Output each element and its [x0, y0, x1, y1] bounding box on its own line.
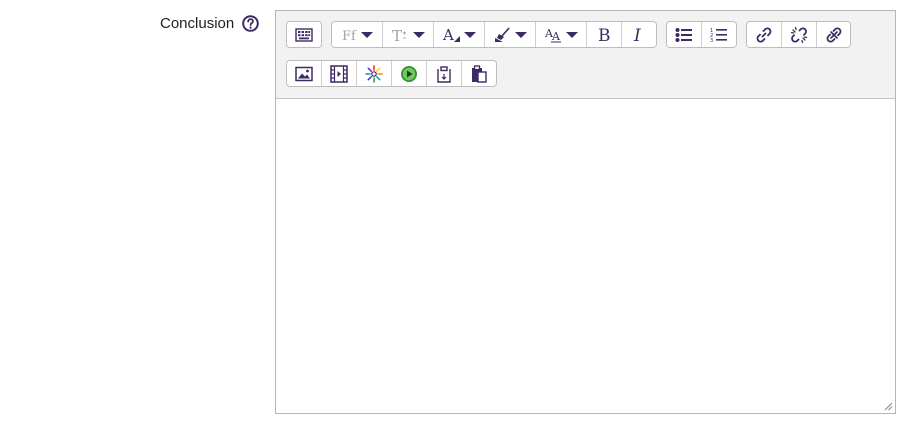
font-color-icon: A [443, 27, 460, 43]
toolbar-collapse-button[interactable] [287, 22, 321, 47]
italic-button[interactable]: I [622, 22, 656, 47]
record-video-button[interactable] [392, 61, 427, 86]
link-icon [756, 27, 772, 42]
toolbar-collapse-icon [295, 27, 313, 42]
collapse-group [286, 21, 322, 48]
paste-clipboard-button[interactable] [462, 61, 496, 86]
font-family-button[interactable]: Ff [332, 22, 383, 47]
unordered-list-icon [675, 27, 692, 42]
field-label-row: Conclusion [160, 15, 260, 32]
ordered-list-icon: 1 2 3 [710, 28, 727, 43]
field-label: Conclusion [160, 15, 235, 32]
remove-link-button[interactable] [817, 22, 850, 47]
image-button[interactable] [287, 61, 322, 86]
link-button[interactable] [747, 22, 782, 47]
paste-text-button[interactable] [427, 61, 462, 86]
italic-icon: I [633, 26, 641, 44]
svg-text:I: I [633, 26, 641, 44]
svg-text:3: 3 [710, 38, 713, 43]
chevron-down-icon [565, 31, 578, 38]
paste-clipboard-icon [472, 64, 487, 83]
editor-content-area[interactable] [276, 99, 895, 413]
list-group: 1 2 3 [666, 21, 737, 48]
rich-text-editor: Ff T A A A B I 1 2 3 [275, 10, 896, 414]
bold-button[interactable]: B [587, 22, 622, 47]
resize-handle-icon[interactable] [883, 401, 893, 411]
editor-toolbar: Ff T A A A B I 1 2 3 [276, 11, 895, 99]
bold-icon: B [598, 26, 611, 44]
svg-text:T: T [392, 27, 402, 43]
font-color-button[interactable]: A [434, 22, 485, 47]
svg-text:B: B [598, 26, 611, 44]
image-icon [295, 66, 313, 81]
svg-text:A: A [551, 30, 561, 43]
h5p-button[interactable] [357, 61, 392, 86]
link-group [746, 21, 851, 48]
unlink-button[interactable] [782, 22, 817, 47]
style-group: Ff T A A A B I [331, 21, 657, 48]
ordered-list-button[interactable]: 1 2 3 [702, 22, 736, 47]
text-style-icon: A A [545, 27, 561, 43]
background-color-button[interactable] [485, 22, 536, 47]
text-style-button[interactable]: A A [536, 22, 587, 47]
chevron-down-icon [514, 31, 527, 38]
unordered-list-button[interactable] [667, 22, 702, 47]
unlink-icon [790, 26, 808, 43]
remove-link-icon [826, 27, 841, 42]
chevron-down-icon [463, 31, 476, 38]
chevron-down-icon [360, 31, 373, 38]
svg-text:A: A [443, 27, 454, 43]
chevron-down-icon [412, 31, 425, 38]
media-button[interactable] [322, 61, 357, 86]
font-family-icon: Ff [342, 29, 357, 42]
h5p-icon [365, 64, 383, 83]
record-video-icon [401, 65, 417, 82]
background-color-icon [494, 26, 510, 42]
question-circle-icon[interactable] [242, 15, 260, 32]
font-size-button[interactable]: T [383, 22, 434, 47]
svg-text:Ff: Ff [342, 29, 357, 42]
media-icon [330, 64, 348, 83]
files-group [286, 60, 497, 87]
font-size-icon: T [392, 27, 406, 43]
paste-text-icon [437, 65, 451, 83]
